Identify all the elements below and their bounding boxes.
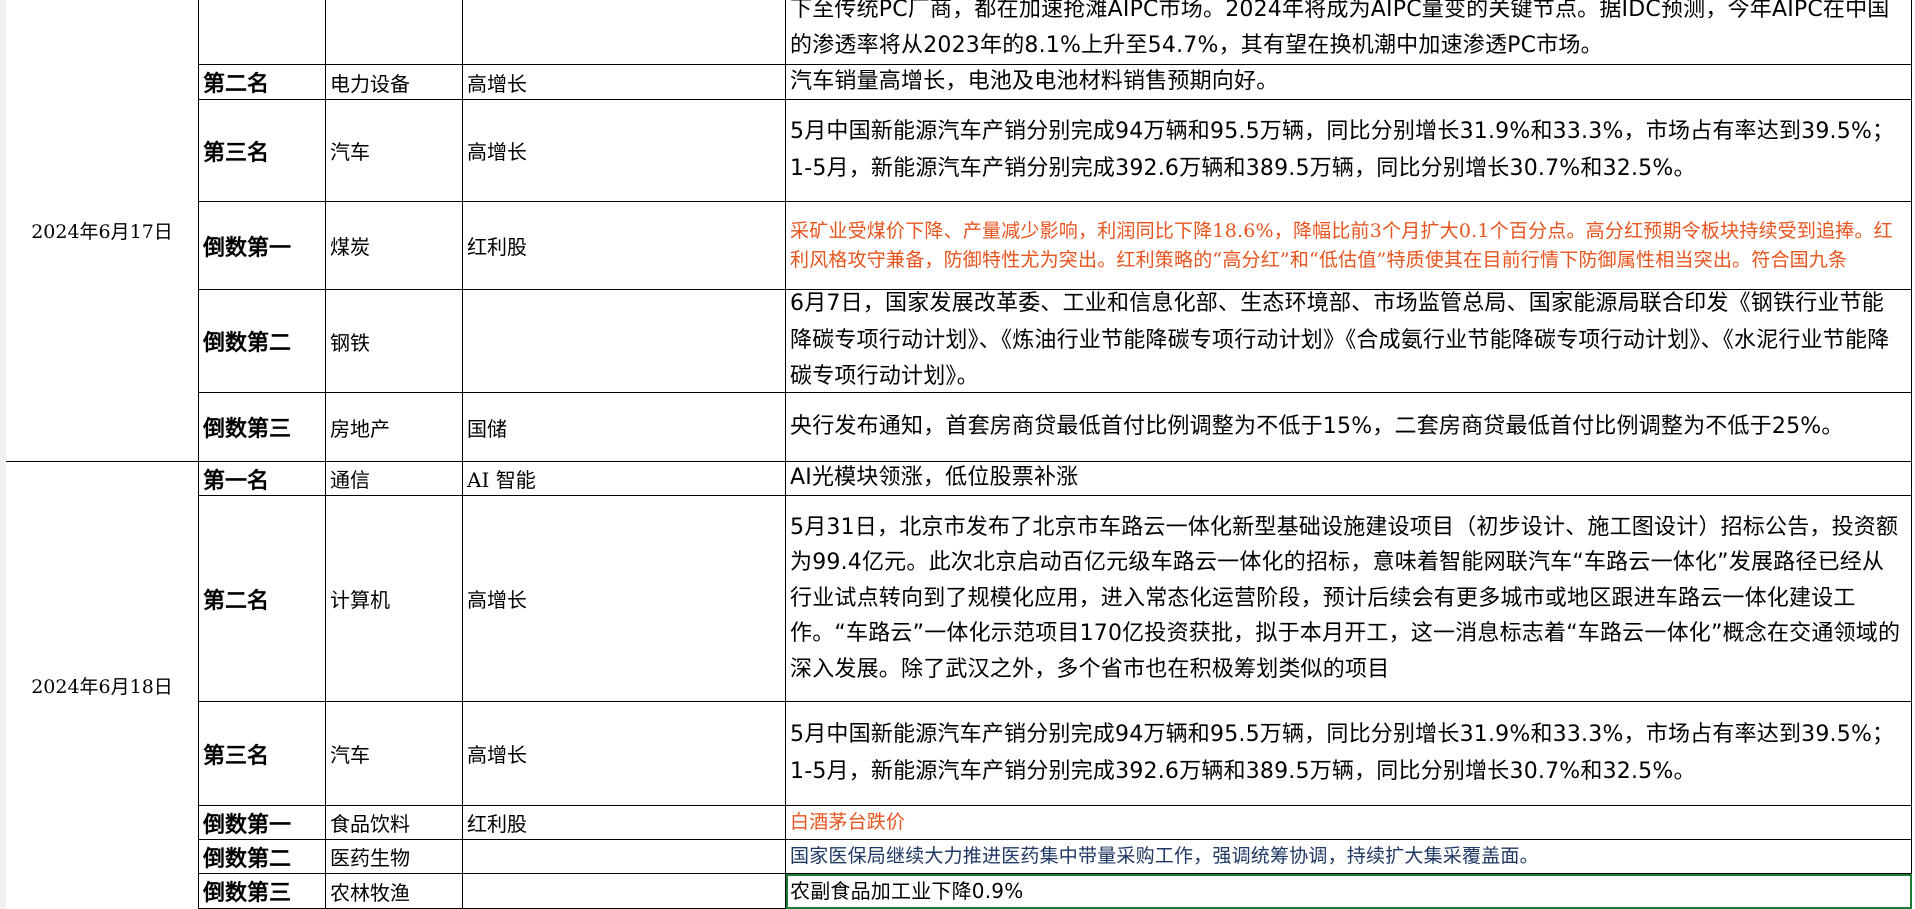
industry-label: 房地产 <box>330 416 390 441</box>
description-cell[interactable]: 5月中国新能源汽车产销分别完成94万辆和95.5万辆，同比分别增长31.9%和3… <box>786 702 1912 806</box>
tag-cell[interactable]: 国储 <box>463 393 786 462</box>
description-text: 汽车销量高增长，电池及电池材料销售预期向好。 <box>790 68 1279 94</box>
description-text: 农副食品加工业下降0.9% <box>790 878 1024 903</box>
industry-cell[interactable]: 医药生物 <box>326 840 463 874</box>
tag-cell[interactable] <box>463 874 786 909</box>
rank-cell[interactable]: 倒数第二 <box>199 840 326 874</box>
tag-cell[interactable]: 高增长 <box>463 702 786 806</box>
description-text: 国家医保局继续大力推进医药集中带量采购工作，强调统筹协调，持续扩大集采覆盖面。 <box>790 845 1539 867</box>
industry-label: 汽车 <box>330 140 370 164</box>
rank-cell[interactable]: 第一名 <box>199 462 326 496</box>
industry-label: 农林牧渔 <box>330 880 410 905</box>
rank-label: 第三名 <box>203 742 270 769</box>
rank-label: 倒数第二 <box>203 330 292 356</box>
date-label: 2024年6月17日 <box>31 221 173 243</box>
rank-cell[interactable]: 倒数第三 <box>199 393 326 462</box>
industry-label: 通信 <box>330 468 370 492</box>
industry-cell[interactable]: 房地产 <box>326 393 463 462</box>
industry-label: 煤炭 <box>330 235 370 259</box>
industry-label: 计算机 <box>330 588 390 612</box>
description-cell[interactable]: 汽车销量高增长，电池及电池材料销售预期向好。 <box>786 65 1912 100</box>
rank-cell[interactable] <box>199 0 326 65</box>
description-cell[interactable]: AI光模块领涨，低位股票补涨 <box>786 462 1912 496</box>
tag-label: 高增长 <box>467 140 527 164</box>
rank-label: 倒数第三 <box>203 880 292 906</box>
tag-label: 红利股 <box>467 812 527 836</box>
description-text: AI光模块领涨，低位股票补涨 <box>790 465 1079 491</box>
industry-label: 汽车 <box>330 743 370 767</box>
description-text: 央行发布通知，首套房商贷最低首付比例调整为不低于15%，二套房商贷最低首付比例调… <box>790 413 1844 439</box>
industry-cell[interactable]: 汽车 <box>326 100 463 202</box>
industry-cell[interactable]: 电力设备 <box>326 65 463 100</box>
date-cell[interactable]: 2024年6月17日 <box>6 0 199 462</box>
tag-label: 高增长 <box>467 71 527 96</box>
rank-cell[interactable]: 第三名 <box>199 100 326 202</box>
description-text: 5月中国新能源汽车产销分别完成94万辆和95.5万辆，同比分别增长31.9%和3… <box>790 722 1895 784</box>
tag-cell[interactable]: 高增长 <box>463 496 786 702</box>
industry-cell[interactable]: 汽车 <box>326 702 463 806</box>
description-text: 采矿业受煤价下降、产量减少影响，利润同比下降18.6%，降幅比前3个月扩大0.1… <box>790 219 1893 271</box>
description-text: 白酒茅台跌价 <box>790 811 906 833</box>
rank-label: 倒数第二 <box>203 845 292 872</box>
rank-cell[interactable]: 倒数第一 <box>199 806 326 840</box>
date-cell[interactable]: 2024年6月18日 <box>6 462 199 909</box>
rank-cell[interactable]: 第二名 <box>199 65 326 100</box>
tag-label: 红利股 <box>467 235 527 259</box>
tag-cell[interactable]: 红利股 <box>463 806 786 840</box>
tag-cell[interactable] <box>463 290 786 393</box>
tag-cell[interactable]: 红利股 <box>463 202 786 290</box>
description-cell-selected[interactable]: 农副食品加工业下降0.9% <box>786 874 1912 909</box>
industry-label: 钢铁 <box>330 330 370 355</box>
industry-cell[interactable]: 钢铁 <box>326 290 463 393</box>
industry-label: 医药生物 <box>330 846 410 870</box>
description-cell[interactable]: 下至传统PC厂商，都在加速抢滩AIPC市场。2024年将成为AIPC量变的关键节… <box>786 0 1912 65</box>
date-label: 2024年6月18日 <box>31 676 173 698</box>
rank-cell[interactable]: 倒数第三 <box>199 874 326 909</box>
rank-label: 倒数第一 <box>203 811 292 838</box>
rank-cell[interactable]: 第二名 <box>199 496 326 702</box>
description-cell[interactable]: 央行发布通知，首套房商贷最低首付比例调整为不低于15%，二套房商贷最低首付比例调… <box>786 393 1912 462</box>
industry-label: 食品饮料 <box>330 812 410 836</box>
industry-cell[interactable]: 食品饮料 <box>326 806 463 840</box>
tag-cell[interactable]: 高增长 <box>463 100 786 202</box>
tag-label: 高增长 <box>467 588 527 612</box>
tag-label: 国储 <box>467 416 507 441</box>
description-cell[interactable]: 国家医保局继续大力推进医药集中带量采购工作，强调统筹协调，持续扩大集采覆盖面。 <box>786 840 1912 874</box>
industry-label: 电力设备 <box>330 71 410 96</box>
rank-cell[interactable]: 倒数第二 <box>199 290 326 393</box>
spreadsheet-grid: 2024年6月17日 2024年6月18日 下至传统PC厂商，都在加速抢滩AIP… <box>0 0 1915 909</box>
description-cell[interactable]: 5月中国新能源汽车产销分别完成94万辆和95.5万辆，同比分别增长31.9%和3… <box>786 100 1912 202</box>
rank-label: 倒数第三 <box>203 416 292 442</box>
rank-label: 第一名 <box>203 467 270 494</box>
tag-label: 高增长 <box>467 743 527 767</box>
description-cell[interactable]: 5月31日，北京市发布了北京市车路云一体化新型基础设施建设项目（初步设计、施工图… <box>786 496 1912 702</box>
description-cell[interactable]: 采矿业受煤价下降、产量减少影响，利润同比下降18.6%，降幅比前3个月扩大0.1… <box>786 202 1912 290</box>
industry-cell[interactable] <box>326 0 463 65</box>
rank-label: 第三名 <box>203 139 270 166</box>
description-text: 下至传统PC厂商，都在加速抢滩AIPC市场。2024年将成为AIPC量变的关键节… <box>790 0 1890 58</box>
industry-cell[interactable]: 煤炭 <box>326 202 463 290</box>
description-text: 5月31日，北京市发布了北京市车路云一体化新型基础设施建设项目（初步设计、施工图… <box>790 514 1901 682</box>
tag-cell[interactable] <box>463 0 786 65</box>
tag-cell[interactable]: AI 智能 <box>463 462 786 496</box>
industry-cell[interactable]: 计算机 <box>326 496 463 702</box>
rank-cell[interactable]: 倒数第一 <box>199 202 326 290</box>
tag-cell[interactable] <box>463 840 786 874</box>
description-cell[interactable]: 6月7日，国家发展改革委、工业和信息化部、生态环境部、市场监管总局、国家能源局联… <box>786 290 1912 393</box>
description-text: 5月中国新能源汽车产销分别完成94万辆和95.5万辆，同比分别增长31.9%和3… <box>790 119 1895 181</box>
description-text: 6月7日，国家发展改革委、工业和信息化部、生态环境部、市场监管总局、国家能源局联… <box>790 291 1890 390</box>
rank-label: 第二名 <box>203 71 270 97</box>
industry-cell[interactable]: 农林牧渔 <box>326 874 463 909</box>
industry-cell[interactable]: 通信 <box>326 462 463 496</box>
tag-label: AI 智能 <box>467 468 536 492</box>
rank-label: 倒数第一 <box>203 234 292 261</box>
rank-label: 第二名 <box>203 587 270 614</box>
description-cell[interactable]: 白酒茅台跌价 <box>786 806 1912 840</box>
rank-cell[interactable]: 第三名 <box>199 702 326 806</box>
tag-cell[interactable]: 高增长 <box>463 65 786 100</box>
